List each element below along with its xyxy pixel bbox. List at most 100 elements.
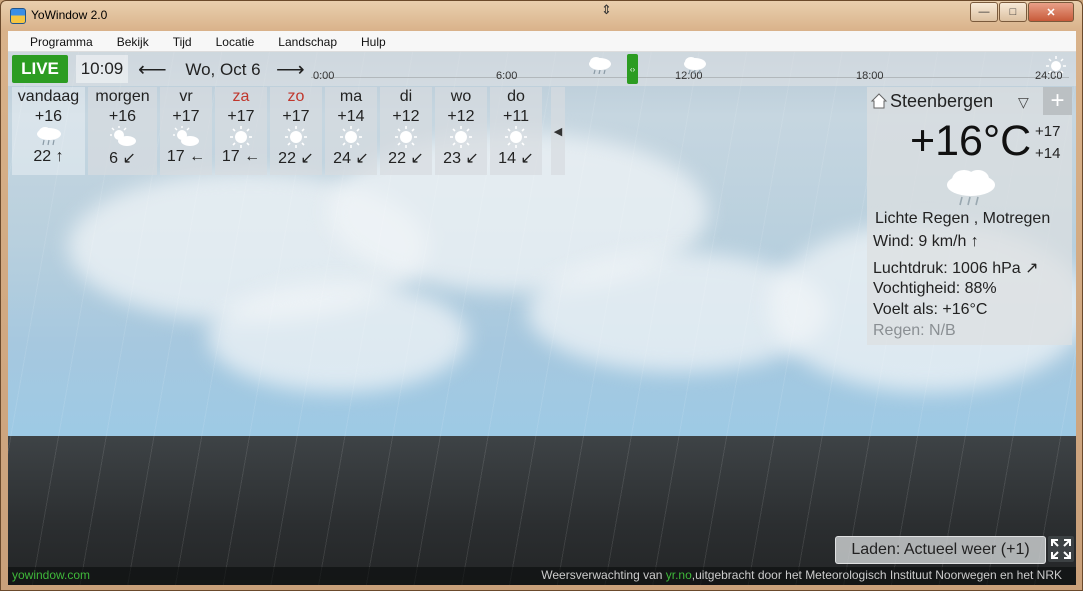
- day-temperature: +14: [337, 108, 365, 125]
- collapse-forecast-button[interactable]: ◀: [551, 87, 565, 175]
- close-button[interactable]: ✕: [1028, 2, 1074, 22]
- forecast-day-morgen[interactable]: morgen +16 6 ↙: [88, 87, 157, 175]
- wind-speed: 22: [33, 148, 52, 165]
- live-button[interactable]: LIVE: [12, 55, 68, 83]
- wind-speed: 17: [166, 148, 185, 165]
- hour-timeline[interactable]: 0:00 6:00 12:00 18:00 24:00 ‹›: [311, 54, 1069, 84]
- day-name: di: [399, 88, 413, 105]
- forecast-credit: Weersverwachting van yr.no,uitgebracht d…: [541, 568, 1062, 582]
- humidity-info: Vochtigheid: 88%: [873, 280, 997, 297]
- sun-cloud-icon: [88, 126, 157, 148]
- day-wind: 17 ←: [215, 148, 267, 166]
- sun-icon: [215, 126, 267, 148]
- wind-direction-icon: ←: [189, 148, 206, 165]
- timeline-tick: 0:00: [313, 70, 335, 82]
- day-wind: 6 ↙: [88, 148, 157, 168]
- day-wind: 23 ↙: [435, 148, 487, 168]
- feels-like-info: Voelt als: +16°C: [873, 301, 988, 318]
- day-temperature: +17: [282, 108, 310, 125]
- yr-link[interactable]: yr.no: [666, 568, 692, 582]
- rain-cloud-icon: [587, 56, 613, 81]
- rain-cloud-icon: [682, 56, 708, 81]
- menu-landschap[interactable]: Landschap: [266, 31, 349, 51]
- wind-direction-icon: ↙: [410, 150, 424, 167]
- maximize-button[interactable]: □: [999, 2, 1027, 22]
- menu-programma[interactable]: Programma: [18, 31, 105, 51]
- forecast-day-ma[interactable]: ma +14 24 ↙: [325, 87, 377, 175]
- low-temp: +14: [1035, 145, 1061, 162]
- add-location-button[interactable]: +: [1043, 87, 1072, 115]
- current-weather-panel: Steenbergen ▽ + +16°C +17 +14 Lichte Reg…: [867, 87, 1072, 345]
- forecast-day-di[interactable]: di +12 22 ↙: [380, 87, 432, 175]
- rain-cloud-icon: [944, 167, 998, 214]
- title-bar[interactable]: YoWindow 2.0 ⇕ — □ ✕: [1, 1, 1082, 31]
- weather-scene[interactable]: LIVE 10:09 ⟵ Wo, Oct 6 ⟶ 0:00 6:00 12:00…: [8, 52, 1076, 585]
- wind-info: Wind: 9 km/h ↑: [873, 233, 979, 250]
- fullscreen-button[interactable]: [1048, 536, 1074, 562]
- day-name: vandaag: [17, 88, 80, 105]
- home-icon[interactable]: [870, 92, 888, 115]
- forecast-day-vandaag[interactable]: vandaag +16 22 ↑: [12, 87, 85, 175]
- sun-icon: [325, 126, 377, 148]
- menu-locatie[interactable]: Locatie: [204, 31, 267, 51]
- timeline-tick: 6:00: [496, 70, 518, 82]
- day-temperature: +12: [392, 108, 420, 125]
- high-temp: +17: [1035, 123, 1061, 140]
- chevron-down-icon[interactable]: ▽: [1018, 94, 1029, 111]
- time-slider-handle[interactable]: ‹›: [627, 54, 638, 84]
- sun-cloud-icon: [160, 126, 212, 148]
- sun-icon: [490, 126, 542, 148]
- day-temperature: +16: [34, 108, 63, 125]
- time-bar: LIVE 10:09 ⟵ Wo, Oct 6 ⟶ 0:00 6:00 12:00…: [8, 52, 1076, 86]
- day-name: zo: [287, 88, 305, 105]
- menu-bekijk[interactable]: Bekijk: [105, 31, 161, 51]
- condition-text: Lichte Regen , Motregen: [875, 210, 1051, 227]
- wind-direction-icon: ↙: [520, 150, 534, 167]
- minimize-button[interactable]: —: [970, 2, 998, 22]
- forecast-day-vr[interactable]: vr +17 17 ←: [160, 87, 212, 175]
- day-wind: 22 ↙: [380, 148, 432, 168]
- wind-direction-icon: ↙: [355, 150, 369, 167]
- fullscreen-icon: [1051, 539, 1071, 559]
- forecast-day-zo[interactable]: zo +17 22 ↙: [270, 87, 322, 175]
- day-wind: 17 ←: [160, 148, 212, 166]
- credit-prefix: Weersverwachting van: [541, 568, 666, 582]
- day-name: vr: [179, 88, 193, 105]
- app-logo-icon: [10, 8, 26, 24]
- sun-icon: [1046, 56, 1066, 81]
- credit-suffix: ,uitgebracht door het Meteorologisch Ins…: [691, 568, 1062, 582]
- prev-day-arrow-icon[interactable]: ⟵: [138, 57, 167, 82]
- cursor-icon: ⇕: [601, 2, 612, 17]
- pressure-info: Luchtdruk: 1006 hPa ↗: [873, 260, 1039, 277]
- day-name: ma: [339, 88, 363, 105]
- next-day-arrow-icon[interactable]: ⟶: [276, 57, 305, 82]
- location-row[interactable]: Steenbergen ▽ +: [867, 87, 1072, 115]
- wind-speed: 22: [388, 150, 406, 167]
- day-name: wo: [450, 88, 472, 105]
- wind-direction-icon: ↑: [55, 148, 64, 165]
- brand-link[interactable]: yowindow.com: [12, 568, 90, 582]
- wind-direction-icon: ↙: [300, 150, 314, 167]
- forecast-day-za[interactable]: za +17 17 ←: [215, 87, 267, 175]
- day-temperature: +17: [227, 108, 255, 125]
- day-temperature: +11: [503, 108, 529, 125]
- wind-speed: 22: [278, 150, 296, 167]
- forecast-day-do[interactable]: do +11 14 ↙: [490, 87, 542, 175]
- wind-speed: 6: [109, 150, 119, 167]
- loading-status: Laden: Actueel weer (+1): [835, 536, 1046, 564]
- day-name: morgen: [95, 88, 150, 105]
- day-wind: 22 ↑: [12, 148, 85, 166]
- timeline-tick: 18:00: [856, 70, 884, 82]
- app-window: YoWindow 2.0 ⇕ — □ ✕ Programma Bekijk Ti…: [0, 0, 1083, 591]
- location-name[interactable]: Steenbergen: [890, 91, 993, 112]
- current-time: 10:09: [76, 55, 128, 83]
- forecast-day-wo[interactable]: wo +12 23 ↙: [435, 87, 487, 175]
- wind-direction-icon: ↙: [465, 150, 479, 167]
- rain-cloud-icon: [12, 126, 85, 148]
- menu-tijd[interactable]: Tijd: [161, 31, 204, 51]
- day-temperature: +17: [172, 108, 200, 125]
- window-title: YoWindow 2.0: [31, 8, 108, 22]
- menu-hulp[interactable]: Hulp: [349, 31, 398, 51]
- window-controls: — □ ✕: [969, 2, 1074, 22]
- wind-direction-icon: ↙: [122, 150, 136, 167]
